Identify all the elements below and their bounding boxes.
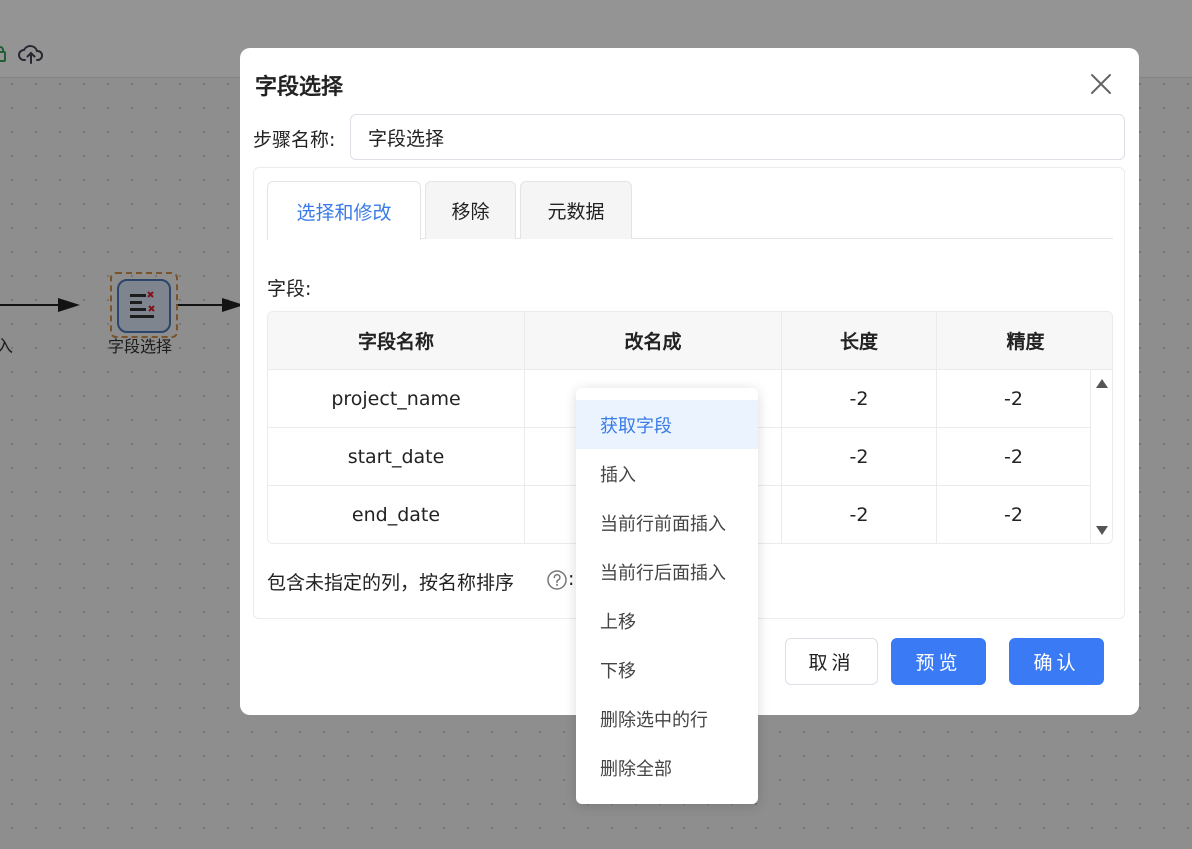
column-header-length: 长度	[782, 312, 937, 370]
menu-item-insert-before[interactable]: 当前行前面插入	[576, 498, 758, 547]
menu-item-insert[interactable]: 插入	[576, 449, 758, 498]
menu-item-insert-after[interactable]: 当前行后面插入	[576, 547, 758, 596]
table-context-menu: 获取字段 插入 当前行前面插入 当前行后面插入 上移 下移 删除选中的行 删除全…	[576, 388, 758, 804]
menu-item-move-down[interactable]: 下移	[576, 645, 758, 694]
scroll-down-arrow[interactable]	[1096, 526, 1108, 535]
cell-precision[interactable]: -2	[937, 486, 1091, 543]
column-header-precision: 精度	[937, 312, 1112, 370]
close-icon[interactable]	[1089, 72, 1113, 96]
cell-length[interactable]: -2	[782, 370, 937, 428]
cell-length[interactable]: -2	[782, 428, 937, 486]
column-header-rename: 改名成	[525, 312, 782, 370]
cell-field-name[interactable]: start_date	[268, 428, 525, 486]
scroll-up-arrow[interactable]	[1096, 379, 1108, 388]
include-colon: :	[568, 568, 575, 590]
tab-metadata[interactable]: 元数据	[520, 181, 632, 239]
step-name-label: 步骤名称:	[253, 129, 336, 151]
cancel-button[interactable]: 取消	[785, 638, 878, 685]
cell-length[interactable]: -2	[782, 486, 937, 543]
column-header-field-name: 字段名称	[268, 312, 525, 370]
fields-label: 字段:	[267, 278, 312, 300]
cell-precision[interactable]: -2	[937, 370, 1091, 428]
include-unspecified-label: 包含未指定的列，按名称排序	[267, 572, 515, 594]
menu-item-get-fields[interactable]: 获取字段	[576, 400, 758, 449]
cell-field-name[interactable]: end_date	[268, 486, 525, 543]
menu-item-delete-all[interactable]: 删除全部	[576, 743, 758, 792]
tab-bar: 选择和修改 移除 元数据	[267, 181, 1113, 240]
cell-field-name[interactable]: project_name	[268, 370, 525, 428]
preview-button[interactable]: 预览	[891, 638, 986, 685]
dialog-title: 字段选择	[255, 75, 344, 100]
menu-item-delete-selected[interactable]: 删除选中的行	[576, 694, 758, 743]
tab-remove[interactable]: 移除	[425, 181, 516, 239]
tab-select-modify[interactable]: 选择和修改	[267, 181, 421, 240]
cell-precision[interactable]: -2	[937, 428, 1091, 486]
step-name-input[interactable]	[350, 114, 1125, 160]
confirm-button[interactable]: 确认	[1009, 638, 1104, 685]
help-icon[interactable]	[546, 569, 568, 591]
menu-item-move-up[interactable]: 上移	[576, 596, 758, 645]
